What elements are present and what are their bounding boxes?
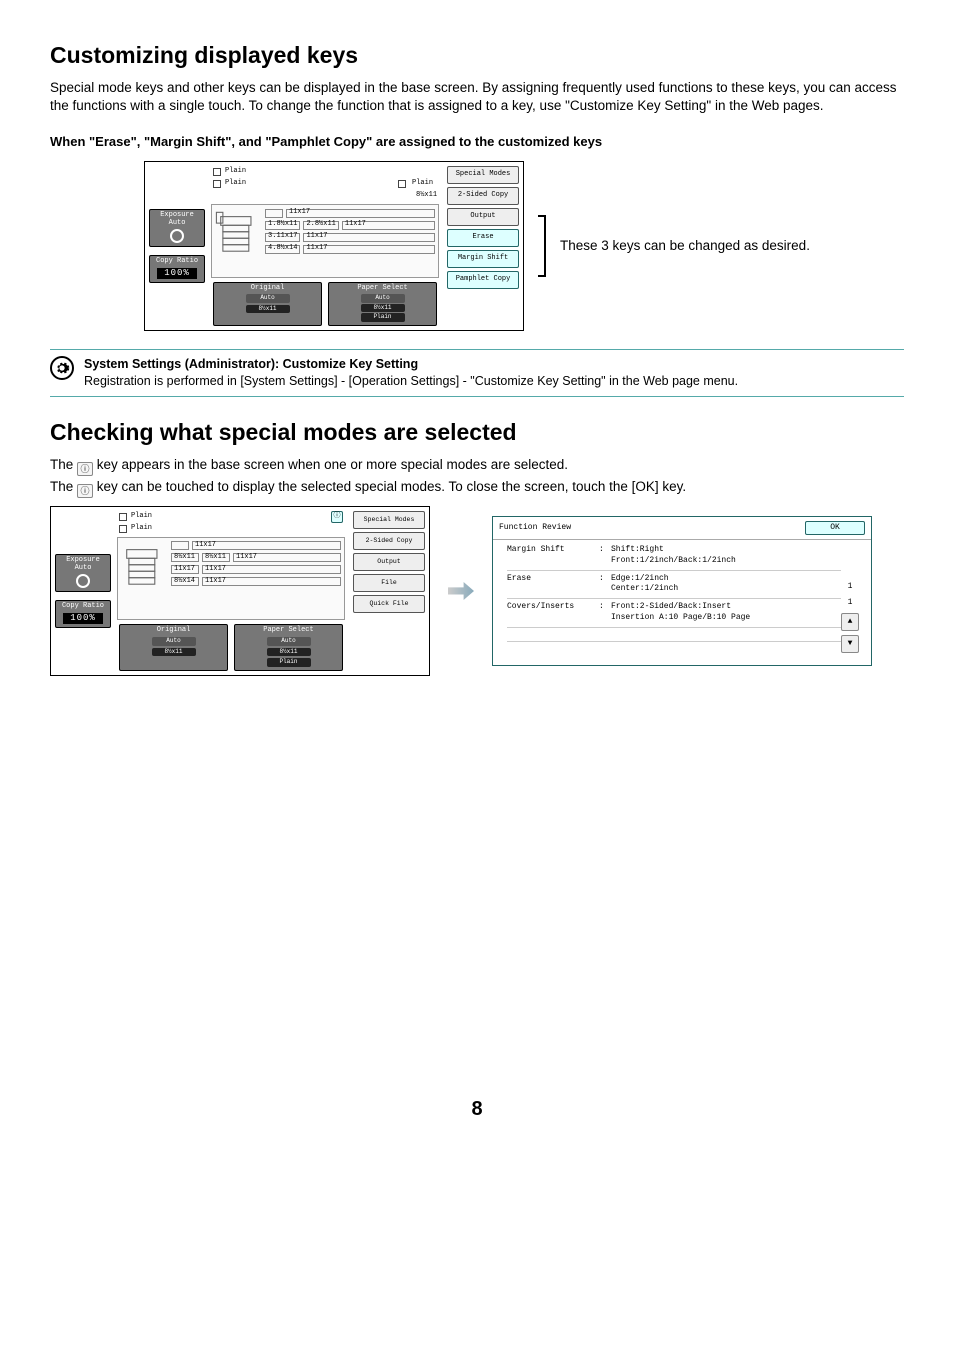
note-title: System Settings (Administrator): Customi… xyxy=(84,357,418,371)
output-button[interactable]: Output xyxy=(353,553,425,571)
doc-orientation-icon xyxy=(119,513,127,521)
status-type-2: Plain xyxy=(225,179,246,188)
copy-ratio-value: 100% xyxy=(157,268,197,279)
paper-icon xyxy=(398,180,406,188)
tray-6[interactable]: 11x17 xyxy=(342,221,435,230)
info-button[interactable]: ⓘ xyxy=(331,511,343,523)
margin-shift-button[interactable]: Margin Shift xyxy=(447,250,519,268)
figure-caption: These 3 keys can be changed as desired. xyxy=(560,237,810,255)
original-button[interactable]: Original Auto 8½x11 xyxy=(213,282,322,326)
review-row-margin-shift: Margin Shift : Shift:Right Front:1/2inch… xyxy=(507,542,841,571)
figure-1: Exposure Auto Copy Ratio 100% Plain Plai… xyxy=(50,161,904,331)
heading-customizing: Customizing displayed keys xyxy=(50,40,904,71)
heading-checking: Checking what special modes are selected xyxy=(50,417,904,448)
copy-panel-base: Exposure Auto Copy Ratio 100% Plain ⓘ Pl… xyxy=(50,506,430,676)
doc-orientation-icon xyxy=(119,525,127,533)
page-indicator-top: 1 xyxy=(841,581,859,593)
file-button[interactable]: File xyxy=(353,574,425,592)
original-button[interactable]: Original Auto 8½x11 xyxy=(119,624,228,670)
review-value: Edge:1/2inch Center:1/2inch xyxy=(611,574,678,596)
exposure-button[interactable]: Exposure Auto xyxy=(55,554,111,592)
page-indicator-bot: 1 xyxy=(841,597,859,609)
tray-1b[interactable]: 2.8½x11 xyxy=(303,221,338,230)
exposure-dial-icon xyxy=(76,574,90,588)
bracket-icon xyxy=(538,215,546,277)
gear-icon xyxy=(50,356,74,380)
arrow-right-icon xyxy=(448,582,474,600)
note-body: Registration is performed in [System Set… xyxy=(84,374,738,388)
two-sided-copy-button[interactable]: 2-Sided Copy xyxy=(447,187,519,205)
example-heading: When "Erase", "Margin Shift", and "Pamph… xyxy=(50,133,904,151)
copy-ratio-button[interactable]: Copy Ratio 100% xyxy=(149,255,205,283)
intro-text-2b: The ⓘ key can be touched to display the … xyxy=(50,478,904,498)
admin-note: System Settings (Administrator): Customi… xyxy=(50,349,904,397)
tray-3[interactable]: 3.11x17 xyxy=(265,233,300,242)
intro-text-1: Special mode keys and other keys can be … xyxy=(50,79,904,115)
intro-text-2a: The ⓘ key appears in the base screen whe… xyxy=(50,456,904,476)
info-icon: ⓘ xyxy=(77,462,93,476)
exposure-value: Auto xyxy=(169,219,186,227)
doc-orientation-icon xyxy=(213,168,221,176)
figure-2: Exposure Auto Copy Ratio 100% Plain ⓘ Pl… xyxy=(50,506,904,676)
exposure-dial-icon xyxy=(170,229,184,243)
copier-icon xyxy=(215,208,261,262)
paper-select-button[interactable]: Paper Select Auto 8½x11 Plain xyxy=(328,282,437,326)
doc-orientation-icon xyxy=(213,180,221,188)
scroll-down-button[interactable]: ▼ xyxy=(841,635,859,653)
original-label: Original xyxy=(251,284,285,292)
tray-1a[interactable]: 1.8½x11 xyxy=(265,221,300,230)
copy-ratio-button[interactable]: Copy Ratio 100% xyxy=(55,600,111,628)
tray-5[interactable]: 11x17 xyxy=(286,209,435,218)
special-modes-button[interactable]: Special Modes xyxy=(447,166,519,184)
tray-7[interactable]: 11x17 xyxy=(303,233,435,242)
pamphlet-copy-button[interactable]: Pamphlet Copy xyxy=(447,271,519,289)
scroll-up-button[interactable]: ▲ xyxy=(841,613,859,631)
output-button[interactable]: Output xyxy=(447,208,519,226)
info-icon: ⓘ xyxy=(77,484,93,498)
review-value: Shift:Right Front:1/2inch/Back:1/2inch xyxy=(611,545,736,567)
status-type-r: Plain xyxy=(412,179,433,188)
tray-4[interactable]: 4.8½x14 xyxy=(265,245,300,254)
ok-button[interactable]: OK xyxy=(805,521,865,535)
function-review-title: Function Review xyxy=(499,523,571,534)
status-type-1: Plain xyxy=(225,167,246,176)
special-modes-button[interactable]: Special Modes xyxy=(353,511,425,529)
paper-select-button[interactable]: Paper Select Auto 8½x11 Plain xyxy=(234,624,343,670)
page-number: 8 xyxy=(50,1096,904,1123)
review-value: Front:2-Sided/Back:Insert Insertion A:10… xyxy=(611,602,750,624)
status-size: 8½x11 xyxy=(416,191,437,200)
erase-button[interactable]: Erase xyxy=(447,229,519,247)
copier-icon xyxy=(121,541,167,595)
function-review-panel: Function Review OK Margin Shift : Shift:… xyxy=(492,516,872,666)
copy-ratio-label: Copy Ratio xyxy=(156,257,198,265)
tray-8[interactable]: 11x17 xyxy=(303,245,435,254)
quick-file-button[interactable]: Quick File xyxy=(353,595,425,613)
review-row-covers: Covers/Inserts : Front:2-Sided/Back:Inse… xyxy=(507,599,841,628)
copy-panel-custom: Exposure Auto Copy Ratio 100% Plain Plai… xyxy=(144,161,524,331)
review-row-erase: Erase : Edge:1/2inch Center:1/2inch xyxy=(507,571,841,600)
exposure-button[interactable]: Exposure Auto xyxy=(149,209,205,247)
paper-select-label: Paper Select xyxy=(357,284,407,292)
two-sided-copy-button[interactable]: 2-Sided Copy xyxy=(353,532,425,550)
